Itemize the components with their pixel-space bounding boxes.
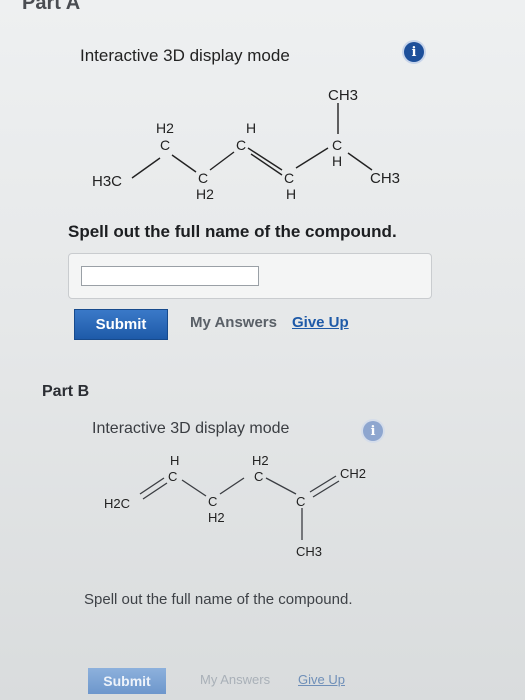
c-label: C bbox=[296, 494, 305, 509]
ch2-h-label: H2 bbox=[252, 453, 269, 468]
give-up-link[interactable]: Give Up bbox=[298, 672, 345, 687]
h2c-label: H2C bbox=[104, 496, 130, 511]
submit-button[interactable]: Submit bbox=[88, 668, 166, 694]
ch2-h-label: H2 bbox=[208, 510, 225, 525]
ch-c-label: C bbox=[168, 469, 177, 484]
ch2-label: CH2 bbox=[340, 466, 366, 481]
ch-h-label: H bbox=[170, 453, 179, 468]
ch3-label: CH3 bbox=[296, 544, 322, 559]
ch2-c-label: C bbox=[208, 494, 217, 509]
my-answers-link[interactable]: My Answers bbox=[200, 672, 270, 687]
ch2-c-label: C bbox=[254, 469, 263, 484]
part-b-question: Spell out the full name of the compound. bbox=[84, 591, 353, 608]
